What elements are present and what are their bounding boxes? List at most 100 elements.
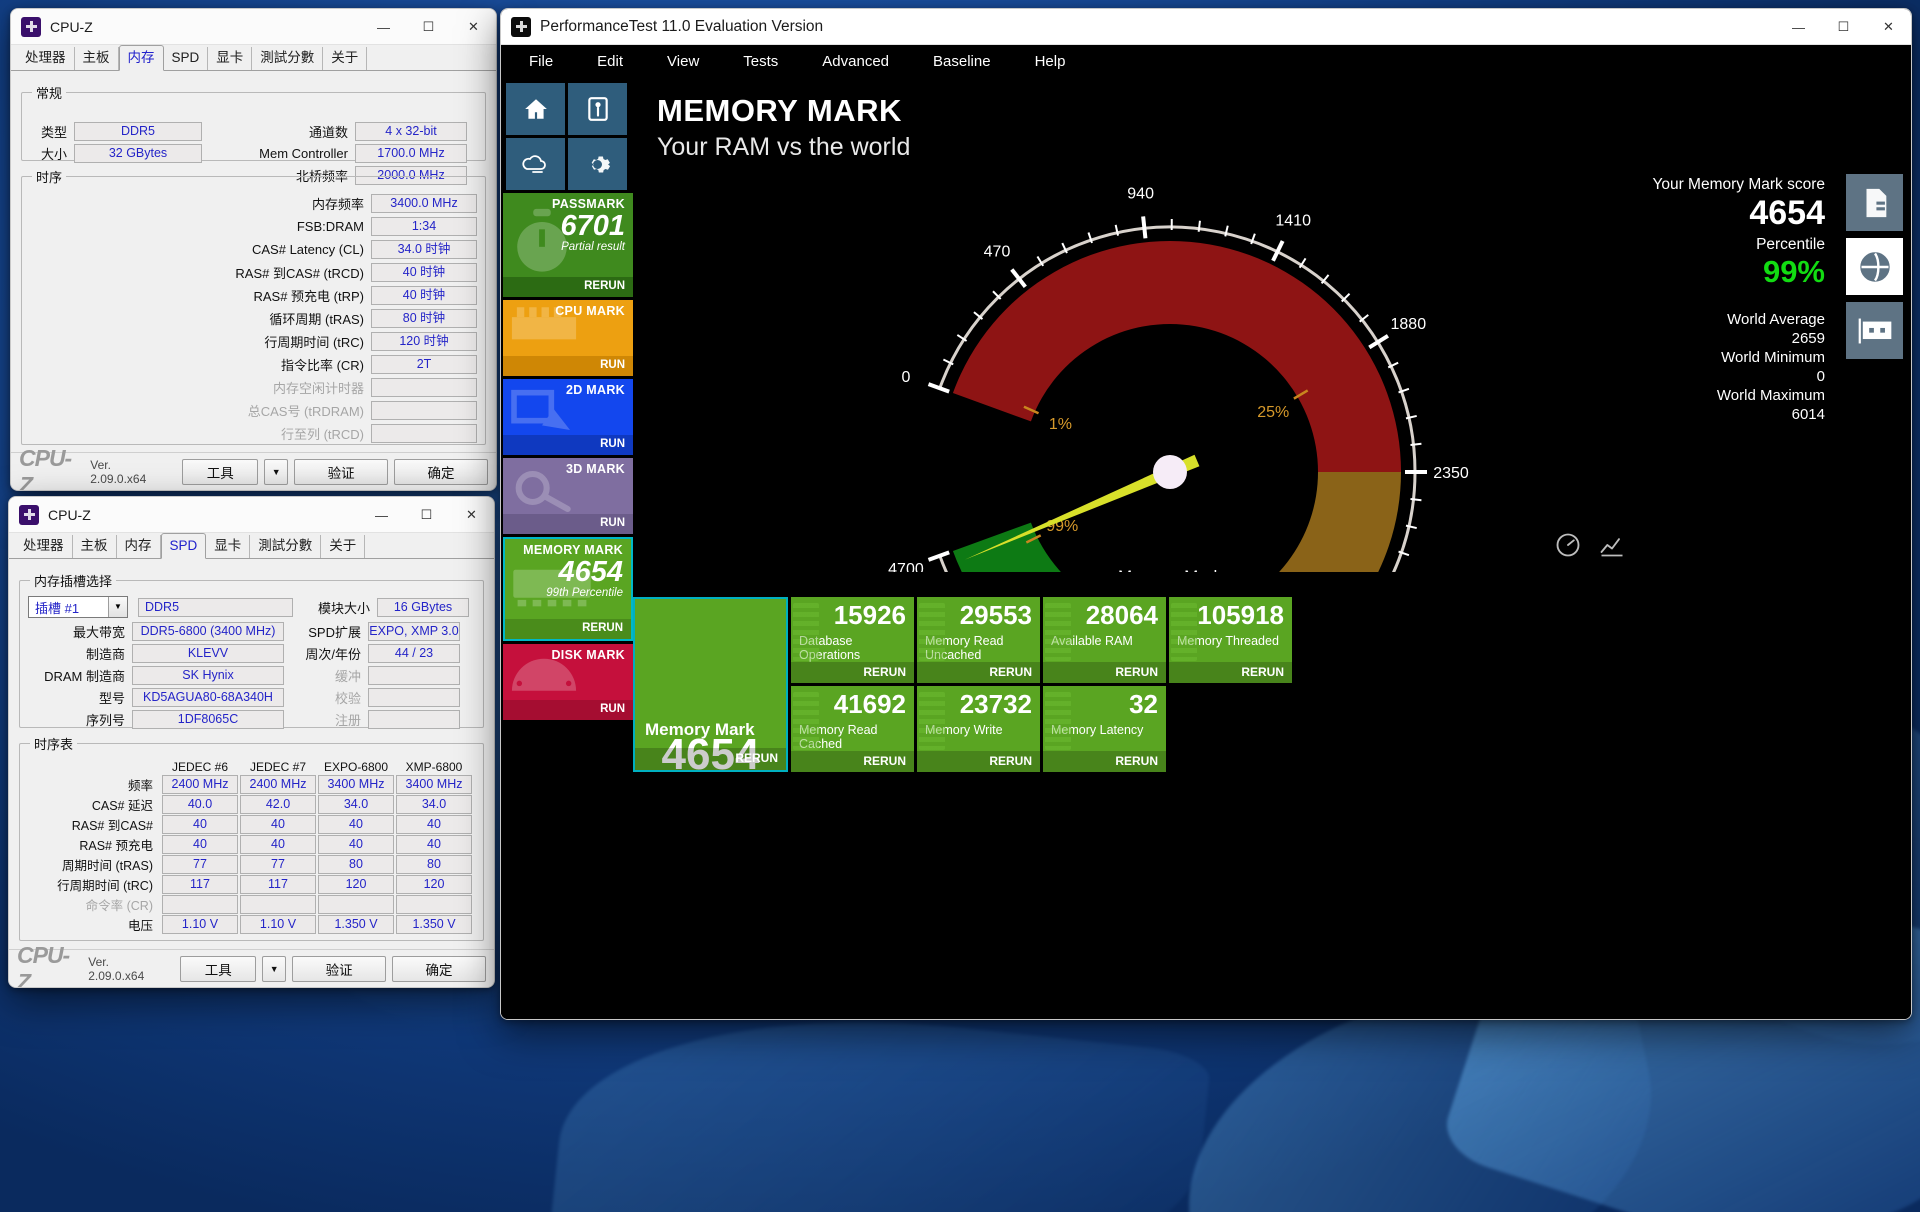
benchmark-card-disk-mark[interactable]: DISK MARK RUN: [503, 644, 633, 720]
benchmark-action[interactable]: RUN: [503, 356, 633, 376]
result-tile-memory-threaded[interactable]: 105918 Memory Threaded RERUN: [1169, 597, 1292, 683]
cpuz-spd-tab-5[interactable]: 測試分數: [250, 535, 322, 558]
cpuz-spd-tab-0[interactable]: 处理器: [15, 535, 73, 558]
info-icon[interactable]: [568, 83, 627, 135]
home-icon[interactable]: [506, 83, 565, 135]
pt-close-button[interactable]: ✕: [1866, 9, 1911, 45]
spd-field-row: 注册: [296, 710, 460, 729]
gauge-part: [1410, 442, 1422, 447]
benchmark-card-2d-mark[interactable]: 2D MARK RUN: [503, 379, 633, 455]
validate-button[interactable]: 验证: [292, 955, 387, 982]
benchmark-action[interactable]: RUN: [503, 514, 633, 534]
maximize-button[interactable]: ☐: [406, 9, 451, 45]
menu-item-help[interactable]: Help: [1013, 49, 1088, 74]
gauge-part: 940: [1127, 186, 1154, 203]
slot-select[interactable]: 插槽 #1 ▼: [28, 596, 128, 618]
memory-chip-icon: [1045, 692, 1071, 750]
benchmark-action[interactable]: RUN: [503, 700, 633, 720]
value: [396, 895, 472, 914]
export-icon[interactable]: [506, 138, 565, 190]
benchmark-card-3d-mark[interactable]: 3D MARK RUN: [503, 458, 633, 534]
label: 通道数: [308, 125, 348, 140]
cpuz-spd-tabstrip[interactable]: 处理器 主板 内存 SPD 显卡 測試分數 关于: [9, 533, 494, 559]
benchmark-action[interactable]: RERUN: [503, 277, 633, 297]
gauge-icon[interactable]: [1554, 531, 1582, 564]
menu-item-tests[interactable]: Tests: [721, 49, 800, 74]
cpuz-memory-window[interactable]: CPU-Z — ☐ ✕ 处理器 主板 内存 SPD 显卡 測試分數 关于 常规 类型 DDR…: [10, 8, 497, 491]
cpuz-spd-tab-6[interactable]: 关于: [321, 535, 366, 558]
menu-item-view[interactable]: View: [645, 49, 721, 74]
tools-dropdown-button[interactable]: ▼: [262, 955, 287, 982]
validate-button[interactable]: 验证: [294, 458, 389, 485]
result-tile-available-ram[interactable]: 28064 Available RAM RERUN: [1043, 597, 1166, 683]
chart-icon[interactable]: [1598, 531, 1626, 564]
minimize-button[interactable]: —: [361, 9, 406, 45]
chevron-down-icon[interactable]: ▼: [108, 597, 127, 617]
menu-item-baseline[interactable]: Baseline: [911, 49, 1013, 74]
pt-toolbar-icons-row1: [501, 77, 635, 138]
tile-rerun[interactable]: RERUN: [917, 662, 1040, 683]
menu-item-edit[interactable]: Edit: [575, 49, 645, 74]
cpuz-memory-tab-6[interactable]: 关于: [323, 47, 368, 70]
close-button[interactable]: ✕: [451, 9, 496, 45]
tools-dropdown-button[interactable]: ▼: [264, 458, 289, 485]
tile-rerun[interactable]: RERUN: [1169, 662, 1292, 683]
benchmark-card-passmark[interactable]: PASSMARK 6701 Partial result RERUN: [503, 193, 633, 297]
tools-button[interactable]: 工具: [180, 955, 257, 982]
benchmark-action[interactable]: RUN: [503, 435, 633, 455]
menu-item-advanced[interactable]: Advanced: [800, 49, 911, 74]
benchmark-card-cpu-mark[interactable]: CPU MARK RUN: [503, 300, 633, 376]
label: 序列号: [85, 713, 125, 728]
cpuz-memory-titlebar[interactable]: CPU-Z — ☐ ✕: [11, 9, 496, 45]
pt-maximize-button[interactable]: ☐: [1821, 9, 1866, 45]
cpuz-memory-tabstrip[interactable]: 处理器 主板 内存 SPD 显卡 測試分數 关于: [11, 45, 496, 71]
world-average-value: 2659: [1791, 330, 1825, 347]
result-tile-memory-latency[interactable]: 32 Memory Latency RERUN: [1043, 686, 1166, 772]
result-tile-memory-read-uncached[interactable]: 29553 Memory Read Uncached RERUN: [917, 597, 1040, 683]
result-tile-main-rerun[interactable]: RERUN: [635, 748, 786, 770]
spd-field-row: 校验: [296, 688, 460, 707]
result-tile-memory-mark[interactable]: 4654 Memory Mark RERUN: [633, 597, 788, 779]
pt-content: MEMORY MARK Your RAM vs the world 0 470 94…: [635, 77, 1911, 1019]
cpuz-memory-tab-3[interactable]: SPD: [164, 47, 209, 70]
minimize-button[interactable]: —: [359, 497, 404, 533]
cpuz-spd-tab-2[interactable]: 内存: [117, 535, 161, 558]
label: RAS# 到CAS# (tRCD): [235, 266, 364, 281]
benchmark-action[interactable]: RERUN: [505, 619, 631, 639]
maximize-button[interactable]: ☐: [404, 497, 449, 533]
tile-rerun[interactable]: RERUN: [791, 751, 914, 772]
result-tile-memory-write[interactable]: 23732 Memory Write RERUN: [917, 686, 1040, 772]
tile-rerun[interactable]: RERUN: [917, 751, 1040, 772]
cpuz-spd-titlebar[interactable]: CPU-Z — ☐ ✕: [9, 497, 494, 533]
cpuz-memory-tab-4[interactable]: 显卡: [208, 47, 253, 70]
close-button[interactable]: ✕: [449, 497, 494, 533]
pt-titlebar[interactable]: PerformanceTest 11.0 Evaluation Version …: [501, 9, 1911, 45]
menu-item-file[interactable]: File: [507, 49, 575, 74]
ok-button[interactable]: 确定: [394, 458, 488, 485]
tile-rerun[interactable]: RERUN: [1043, 662, 1166, 683]
ok-button[interactable]: 确定: [392, 955, 486, 982]
card-icon[interactable]: [1846, 302, 1903, 359]
globe-icon[interactable]: [1846, 238, 1903, 295]
performancetest-window[interactable]: PerformanceTest 11.0 Evaluation Version …: [500, 8, 1912, 1020]
settings-icon[interactable]: [568, 138, 627, 190]
cpuz-spd-window[interactable]: CPU-Z — ☐ ✕ 处理器 主板 内存 SPD 显卡 測試分數 关于 内存插槽选择 插槽…: [8, 496, 495, 988]
pt-minimize-button[interactable]: —: [1776, 9, 1821, 45]
pt-menubar[interactable]: File Edit View Tests Advanced Baseline Help: [501, 45, 1911, 77]
result-tile-database-operations[interactable]: 15926 Database Operations RERUN: [791, 597, 914, 683]
world-minimum-value: 0: [1816, 368, 1825, 385]
tile-rerun[interactable]: RERUN: [1043, 751, 1166, 772]
tile-rerun[interactable]: RERUN: [791, 662, 914, 683]
tools-button[interactable]: 工具: [182, 458, 259, 485]
cpuz-memory-tab-0[interactable]: 处理器: [17, 47, 75, 70]
cpuz-memory-tab-1[interactable]: 主板: [75, 47, 119, 70]
cpuz-spd-tab-4[interactable]: 显卡: [206, 535, 251, 558]
cpuz-spd-tab-1[interactable]: 主板: [73, 535, 117, 558]
cpuz-memory-tab-2[interactable]: 内存: [118, 45, 164, 71]
cpuz-memory-tab-5[interactable]: 測試分數: [252, 47, 324, 70]
document-icon[interactable]: [1846, 174, 1903, 231]
result-tile-memory-read-cached[interactable]: 41692 Memory Read Cached RERUN: [791, 686, 914, 772]
label: 最大带宽: [72, 625, 125, 640]
benchmark-card-memory-mark[interactable]: MEMORY MARK 4654 99th Percentile RERUN: [503, 537, 633, 641]
cpuz-spd-tab-3[interactable]: SPD: [160, 533, 207, 559]
